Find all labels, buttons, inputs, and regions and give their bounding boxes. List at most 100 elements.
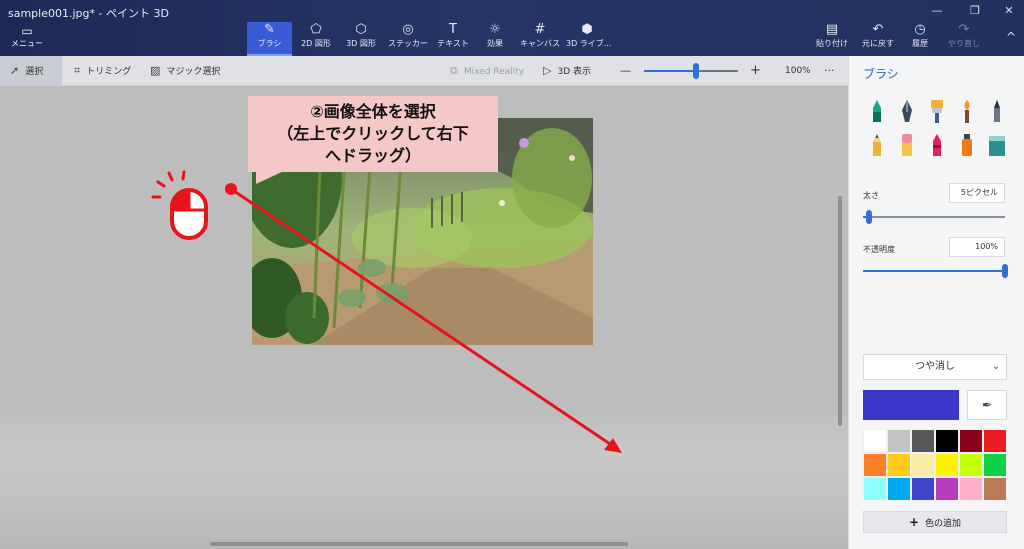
paste-icon: ▤ <box>825 22 839 37</box>
view-3d-label: 3D 表示 <box>557 67 591 77</box>
color-swatch[interactable] <box>959 477 983 501</box>
crayon-icon[interactable] <box>927 132 947 158</box>
thickness-slider-track[interactable] <box>863 216 1005 218</box>
fill-bucket-icon[interactable] <box>987 132 1007 158</box>
color-swatch[interactable] <box>887 453 911 477</box>
marker-brush-icon[interactable] <box>867 98 887 124</box>
select-tool[interactable]: ➚ 選択 <box>0 56 62 86</box>
undo-button[interactable]: ↶ 元に戻す <box>859 22 897 56</box>
tool-sticker[interactable]: ◎ ステッカー <box>385 22 431 56</box>
menu-button[interactable]: ▭ メニュー <box>10 24 44 54</box>
zoom-slider-handle[interactable] <box>693 63 699 79</box>
tool-3d-library[interactable]: ⬢ 3D ライブ... <box>566 22 611 56</box>
color-swatch[interactable] <box>911 477 935 501</box>
crop-tool[interactable]: ⌗ トリミング <box>74 56 131 86</box>
add-color-button[interactable]: + 色の追加 <box>863 511 1007 533</box>
tool-2d-shapes[interactable]: ⬠ 2D 図形 <box>296 22 336 56</box>
eraser-icon[interactable] <box>897 132 917 158</box>
crop-label: トリミング <box>86 67 132 77</box>
3d-shapes-icon: ⬡ <box>355 22 367 37</box>
canvas-icon: # <box>534 22 546 37</box>
zoom-value: 100% <box>785 66 811 76</box>
tool-text[interactable]: T テキスト <box>433 22 473 56</box>
undo-label: 元に戻す <box>862 39 894 48</box>
color-swatch[interactable] <box>863 429 887 453</box>
oil-brush-icon[interactable] <box>927 98 947 124</box>
more-options-button[interactable]: ··· <box>824 56 835 86</box>
menu-label: メニュー <box>11 39 43 48</box>
close-button[interactable]: ✕ <box>996 2 1022 20</box>
color-palette <box>863 429 1007 501</box>
color-swatch[interactable] <box>887 429 911 453</box>
tool-label: ステッカー <box>388 39 428 48</box>
redo-icon: ↷ <box>958 22 970 37</box>
callout-line-2: （左上でクリックして右下 <box>277 124 469 143</box>
color-swatch[interactable] <box>983 429 1007 453</box>
opacity-input[interactable]: 100% <box>949 237 1005 257</box>
color-swatch[interactable] <box>959 429 983 453</box>
cursor-icon: ➚ <box>10 64 20 77</box>
color-swatch[interactable] <box>911 453 935 477</box>
color-swatch[interactable] <box>983 453 1007 477</box>
view-3d-icon: ▷ <box>543 64 552 77</box>
restore-button[interactable]: ❐ <box>962 2 988 20</box>
color-swatch[interactable] <box>911 429 935 453</box>
horizontal-scrollbar[interactable] <box>210 542 628 546</box>
finish-value: つや消し <box>915 361 955 372</box>
undo-icon: ↶ <box>872 22 884 37</box>
watercolor-brush-icon[interactable] <box>957 98 977 124</box>
redo-button[interactable]: ↷ やり直し <box>945 22 983 56</box>
instruction-callout: ②画像全体を選択 （左上でクリックして右下 へドラッグ） <box>248 96 498 172</box>
brush-icon: ✎ <box>264 22 275 37</box>
magic-select-icon: ▨ <box>150 64 161 77</box>
callout-line-1: ②画像全体を選択 <box>310 102 436 121</box>
tool-canvas[interactable]: # キャンバス <box>517 22 563 56</box>
menu-icon: ▭ <box>21 24 33 38</box>
pencil-icon[interactable] <box>867 132 887 158</box>
paste-button[interactable]: ▤ 貼り付け <box>813 22 851 56</box>
tool-brush[interactable]: ✎ ブラシ <box>247 22 292 56</box>
drag-arrow <box>225 183 622 453</box>
color-swatch[interactable] <box>959 453 983 477</box>
zoom-out-button[interactable]: — <box>620 56 631 86</box>
mixed-reality-button[interactable]: ⧉ Mixed Reality <box>450 56 524 86</box>
color-swatch[interactable] <box>935 453 959 477</box>
thickness-label: 太さ <box>863 191 879 200</box>
color-swatch[interactable] <box>935 477 959 501</box>
crop-icon: ⌗ <box>74 64 81 77</box>
view-3d-button[interactable]: ▷ 3D 表示 <box>543 56 591 86</box>
callout-line-3: へドラッグ） <box>324 146 421 165</box>
title-bar: sample001.jpg* - ペイント 3D — ❐ ✕ ▭ メニュー ✎ … <box>0 0 1024 56</box>
selection-toolbar: ➚ 選択 ⌗ トリミング ▨ マジック選択 ⧉ Mixed Reality ▷ 3D 表示… <box>0 56 848 86</box>
finish-dropdown[interactable]: つや消し ⌄ <box>863 354 1007 380</box>
history-button[interactable]: ◷ 履歴 <box>903 22 937 56</box>
zoom-in-button[interactable]: + <box>750 56 761 86</box>
sticker-icon: ◎ <box>402 22 414 37</box>
color-swatch[interactable] <box>983 477 1007 501</box>
thickness-slider-handle[interactable] <box>866 210 872 224</box>
magic-select-tool[interactable]: ▨ マジック選択 <box>150 56 220 86</box>
color-swatch[interactable] <box>863 453 887 477</box>
tool-label: テキスト <box>437 39 469 48</box>
color-swatch[interactable] <box>935 429 959 453</box>
collapse-ribbon-icon[interactable]: ^ <box>1006 30 1016 44</box>
tool-label: 2D 図形 <box>301 39 331 48</box>
tool-3d-shapes[interactable]: ⬡ 3D 図形 <box>341 22 381 56</box>
pixel-pen-icon[interactable] <box>987 98 1007 124</box>
mixed-reality-label: Mixed Reality <box>463 67 525 77</box>
color-swatch[interactable] <box>863 477 887 501</box>
spray-can-icon[interactable] <box>957 132 977 158</box>
color-swatch[interactable] <box>887 477 911 501</box>
tool-effects[interactable]: ☼ 効果 <box>477 22 513 56</box>
2d-shapes-icon: ⬠ <box>310 22 322 37</box>
vertical-scrollbar[interactable] <box>838 196 842 426</box>
opacity-slider-handle[interactable] <box>1002 264 1008 278</box>
mixed-reality-icon: ⧉ <box>450 64 458 77</box>
minimize-button[interactable]: — <box>924 2 950 20</box>
calligraphy-pen-icon[interactable] <box>897 98 917 124</box>
magic-select-label: マジック選択 <box>166 67 221 77</box>
current-color-swatch[interactable] <box>863 390 959 420</box>
tool-label: ブラシ <box>257 39 282 48</box>
thickness-input[interactable]: 5ピクセル <box>949 183 1005 203</box>
eyedropper-button[interactable]: ✒ <box>967 390 1007 420</box>
